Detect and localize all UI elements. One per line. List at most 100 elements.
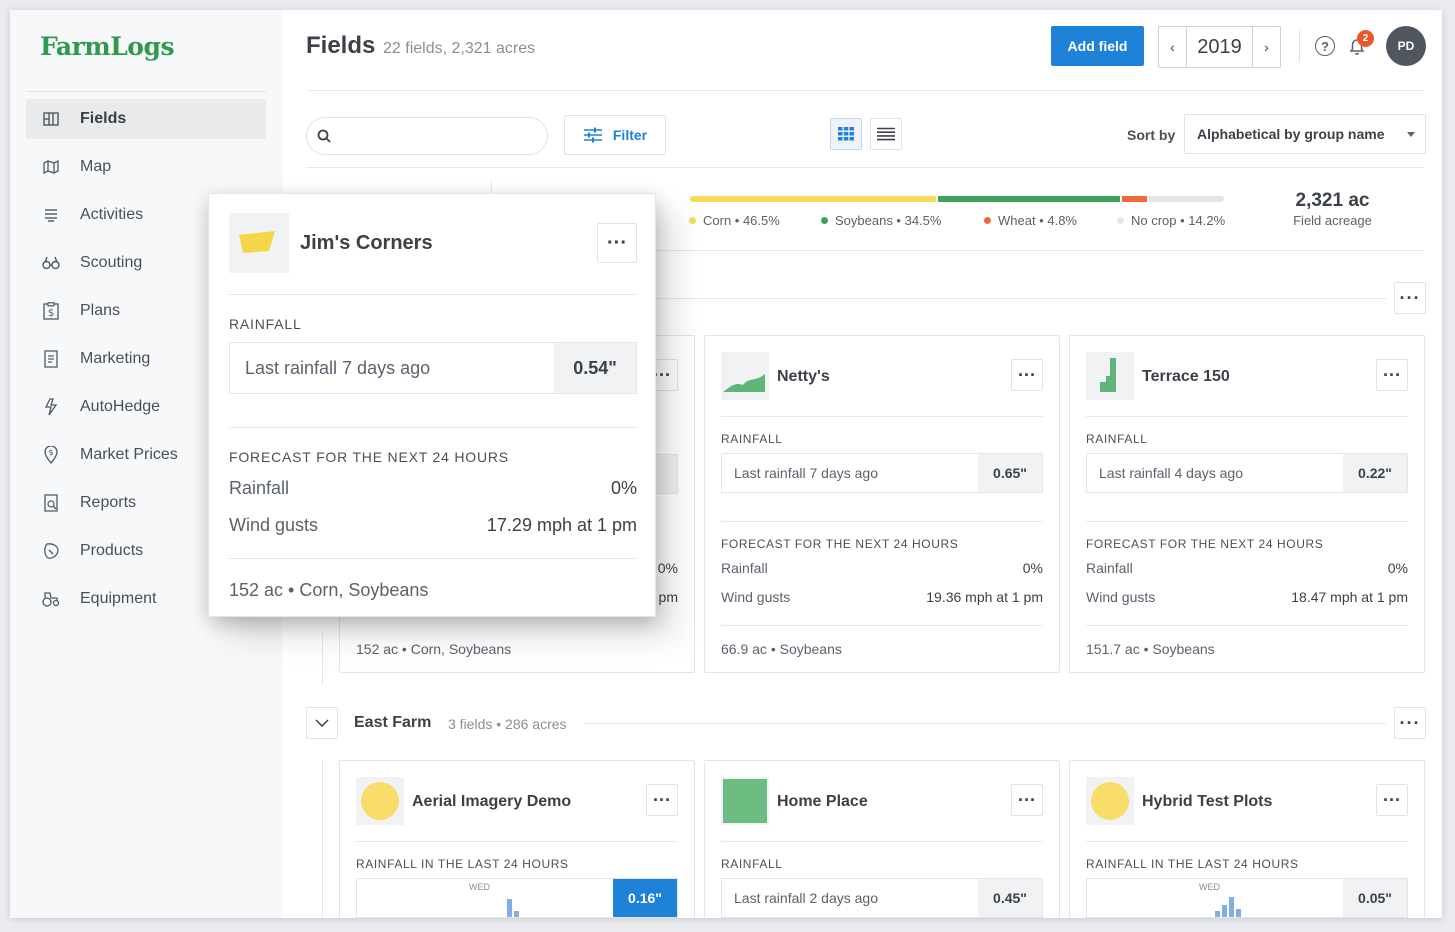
forecast-rainfall-row: Rainfall 0% [721, 560, 1043, 576]
sidebar-item-label: Fields [80, 110, 127, 127]
field-card-aerial-imagery-demo[interactable]: Aerial Imagery Demo ··· RAINFALL IN THE … [339, 760, 695, 918]
grid-icon [838, 127, 854, 141]
last-rainfall-label: Last rainfall 2 days ago [734, 890, 878, 906]
rainfall-bar [1236, 909, 1241, 917]
rainfall-bar [514, 911, 519, 917]
field-card-popup-jims-corners[interactable]: Jim's Corners ··· RAINFALL Last rainfall… [208, 193, 656, 617]
rainfall-bars [507, 899, 519, 917]
field-card-home-place[interactable]: Home Place ··· RAINFALL Last rainfall 2 … [704, 760, 1060, 918]
field-card-hybrid-test-plots[interactable]: Hybrid Test Plots ··· RAINFALL IN THE LA… [1069, 760, 1425, 918]
field-shape-thumbnail [356, 777, 404, 825]
header-divider [1299, 30, 1300, 62]
rainfall-box: Last rainfall 4 days ago 0.22" [1086, 453, 1408, 493]
products-icon [40, 542, 62, 560]
card-footer: 151.7 ac • Soybeans [1086, 641, 1215, 657]
group-more-button[interactable]: ··· [1394, 707, 1426, 739]
activities-icon [40, 206, 62, 224]
search-input[interactable] [339, 128, 529, 144]
section-label: FORECAST FOR THE NEXT 24 HOURS [1086, 537, 1324, 551]
card-more-button[interactable]: ··· [1011, 784, 1043, 816]
legend-corn: Corn • 46.5% [689, 213, 780, 228]
search-box [306, 117, 548, 155]
sidebar-item-label: Plans [80, 302, 121, 319]
grid-view-button[interactable] [830, 118, 862, 150]
sidebar-item-label: AutoHedge [80, 398, 161, 415]
sort-by-label: Sort by [1127, 127, 1176, 143]
forecast-wind-row: Wind gusts 19.36 mph at 1 pm [721, 589, 1043, 605]
map-icon [40, 158, 62, 176]
rainfall-value: 0.54" [554, 343, 636, 393]
card-more-button[interactable]: ··· [597, 223, 637, 263]
rainfall-bars [1215, 897, 1241, 917]
field-shape-thumbnail [721, 352, 769, 400]
rainfall-mini-chart: WED [357, 879, 613, 917]
sidebar-item-label: Map [80, 158, 112, 175]
wheat-dot-icon [984, 217, 991, 224]
sidebar-item-fields[interactable]: Fields [26, 99, 266, 139]
plans-icon: $ [40, 302, 62, 320]
rainfall-box: Last rainfall 7 days ago 0.54" [229, 342, 637, 394]
svg-text:$: $ [48, 448, 53, 457]
card-more-button[interactable]: ··· [1376, 359, 1408, 391]
card-footer: 152 ac • Corn, Soybeans [229, 580, 429, 600]
app-window: FarmLogs Fields Map Activities Scouting … [10, 10, 1442, 918]
group-summary: 3 fields • 286 acres [448, 716, 567, 732]
day-label: WED [469, 882, 490, 892]
logo: FarmLogs [40, 32, 175, 61]
previous-year-button[interactable]: ‹ [1159, 27, 1187, 67]
section-label: FORECAST FOR THE NEXT 24 HOURS [721, 537, 959, 551]
card-more-button[interactable]: ··· [1376, 784, 1408, 816]
sidebar-item-label: Equipment [80, 590, 157, 607]
soybeans-dot-icon [821, 217, 828, 224]
card-footer: 66.9 ac • Soybeans [721, 641, 842, 657]
rainfall-value: 0.05" [1343, 879, 1407, 917]
legend-no-crop: No crop • 14.2% [1117, 213, 1225, 228]
rainfall-value: 0.22" [1343, 454, 1407, 492]
crop-bar-segment [690, 196, 936, 202]
help-icon[interactable]: ? [1315, 36, 1335, 56]
filter-button[interactable]: Filter [564, 115, 666, 155]
group-name: East Farm [354, 714, 432, 731]
total-acreage-label: Field acreage [1293, 213, 1372, 228]
group-tree-line [322, 630, 323, 685]
group-tree-line [322, 760, 323, 918]
rainfall-box: Last rainfall 7 days ago 0.65" [721, 453, 1043, 493]
crop-bar-segment [1149, 196, 1224, 202]
tractor-icon [40, 590, 62, 608]
collapse-group-button[interactable] [306, 707, 338, 739]
svg-text:$: $ [48, 308, 54, 319]
crop-bar-segment [937, 196, 1120, 202]
toolbar-divider [306, 167, 1424, 168]
year-selector: ‹ 2019 › [1158, 26, 1281, 68]
group-divider [584, 723, 1386, 724]
day-label: WED [1199, 882, 1220, 892]
crop-bar-segment [1121, 196, 1148, 202]
caret-down-icon [1407, 132, 1415, 137]
crop-distribution-bar [690, 196, 1224, 202]
sort-dropdown[interactable]: Alphabetical by group name [1184, 114, 1426, 154]
next-year-button[interactable]: › [1252, 27, 1280, 67]
sidebar-item-label: Products [80, 542, 144, 559]
add-field-button[interactable]: Add field [1051, 26, 1144, 66]
filter-label: Filter [612, 127, 648, 143]
sidebar-item-map[interactable]: Map [26, 147, 266, 187]
last-rainfall-label: Last rainfall 7 days ago [734, 465, 878, 481]
field-name: Jim's Corners [300, 232, 433, 254]
card-more-button[interactable]: ··· [1011, 359, 1043, 391]
group-more-button[interactable]: ··· [1394, 282, 1426, 314]
sidebar-divider [26, 91, 266, 92]
section-label: RAINFALL [721, 432, 783, 446]
rainfall-value: 0.65" [978, 454, 1042, 492]
field-name: Aerial Imagery Demo [412, 793, 572, 810]
list-view-button[interactable] [870, 118, 902, 150]
card-more-button[interactable]: ··· [646, 784, 678, 816]
field-card-terrace-150[interactable]: Terrace 150 ··· RAINFALL Last rainfall 4… [1069, 335, 1425, 673]
section-label: RAINFALL IN THE LAST 24 HOURS [1086, 857, 1299, 871]
rainfall-mini-chart: WED [1087, 879, 1343, 917]
section-label: FORECAST FOR THE NEXT 24 HOURS [229, 449, 509, 465]
field-card-nettys[interactable]: Netty's ··· RAINFALL Last rainfall 7 day… [704, 335, 1060, 673]
card-footer: 152 ac • Corn, Soybeans [356, 641, 512, 657]
avatar[interactable]: PD [1386, 26, 1426, 66]
legend-soybeans: Soybeans • 34.5% [821, 213, 941, 228]
sidebar-item-label: Marketing [80, 350, 151, 367]
